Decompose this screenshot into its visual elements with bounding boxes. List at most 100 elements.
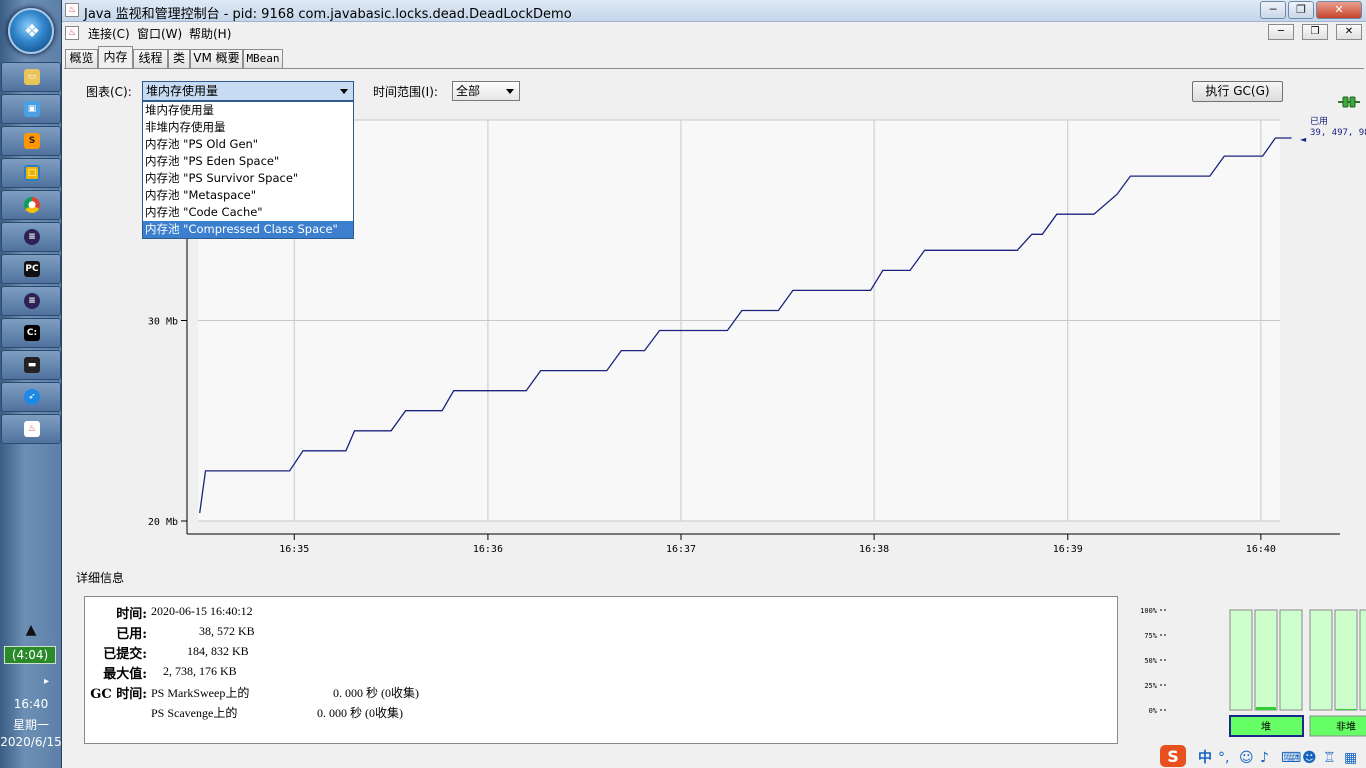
chrome-icon: ● [24, 197, 40, 213]
x-tick-label: 16:40 [1246, 544, 1276, 555]
punct-icon[interactable]: °, [1218, 750, 1229, 766]
sogou-icon[interactable]: S [1167, 747, 1179, 766]
pool-bar[interactable] [1229, 609, 1253, 711]
taskbar-button-eclipse-2[interactable]: ≡ [1, 286, 61, 316]
dropdown-option[interactable]: 内存池 "Compressed Class Space" [143, 221, 353, 238]
nonheap-label: 非堆 [1336, 721, 1356, 733]
taskbar-button-java[interactable]: ♨ [1, 414, 61, 444]
time-value: 2020-06-15 16:40:12 [151, 604, 253, 618]
range-select-value: 全部 [456, 84, 481, 98]
dropdown-option[interactable]: 内存池 "PS Survivor Space" [143, 170, 353, 187]
perform-gc-button[interactable]: 执行 GC(G) [1192, 81, 1283, 102]
taskbar-button-explorer[interactable]: ▭ [1, 62, 61, 92]
taskbar-button-cmd[interactable]: C: [1, 318, 61, 348]
emoji-icon[interactable]: ☺ [1239, 750, 1254, 766]
pool-bar[interactable] [1309, 609, 1333, 711]
restore-icon: ❐ [1310, 26, 1320, 37]
x-tick-label: 16:36 [473, 544, 503, 555]
close-button[interactable]: ✕ [1316, 1, 1362, 19]
chart-select-value: 堆内存使用量 [146, 84, 219, 98]
pool-bar-used [1256, 707, 1276, 710]
dropdown-option[interactable]: 内存池 "Metaspace" [143, 187, 353, 204]
max-value: 2, 738, 176 KB [163, 664, 237, 678]
committed-value: 184, 832 KB [187, 644, 249, 658]
inner-minimize-button[interactable]: ─ [1268, 24, 1294, 40]
tab-overview[interactable]: 概览 [65, 49, 98, 68]
mic-icon[interactable]: ♪ [1260, 750, 1269, 766]
eclipse-icon: ≡ [24, 293, 40, 309]
taskbar-button-monitor[interactable]: ▣ [1, 94, 61, 124]
tab-threads[interactable]: 线程 [133, 49, 168, 68]
taskbar-button-terminal[interactable]: ▬ [1, 350, 61, 380]
chevron-down-icon [340, 89, 348, 94]
range-label: 时间范围(I): [373, 85, 438, 99]
warning-icon[interactable]: ▲ [22, 622, 40, 638]
menu-help[interactable]: 帮助(H) [189, 25, 231, 42]
start-button[interactable]: ❖ [8, 8, 54, 54]
tab-classes[interactable]: 类 [168, 49, 190, 68]
jconsole-window: ♨ Java 监视和管理控制台 - pid: 9168 com.javabasi… [62, 0, 1366, 768]
clock-date[interactable]: 2020/6/15 [0, 735, 62, 749]
dropdown-option[interactable]: 内存池 "Code Cache" [143, 204, 353, 221]
pool-bar[interactable] [1334, 609, 1358, 711]
shirt-icon[interactable]: ♖ [1323, 750, 1336, 766]
title-bar[interactable]: ♨ Java 监视和管理控制台 - pid: 9168 com.javabasi… [62, 0, 1366, 22]
pool-y-tick-label: 25% [1144, 682, 1157, 690]
tab-bar: 概览 内存 线程 类 VM 概要 MBean [62, 46, 1366, 108]
taskbar-button-sublime[interactable]: S [1, 126, 61, 156]
range-select[interactable]: 全部 [452, 81, 520, 101]
tab-vm-summary[interactable]: VM 概要 [190, 49, 243, 68]
user-icon[interactable]: ☻ [1302, 750, 1317, 766]
pool-bar[interactable] [1279, 609, 1303, 711]
taskbar-button-eclipse[interactable]: ≡ [1, 222, 61, 252]
restore-button[interactable]: ❐ [1288, 1, 1314, 19]
gc-scavenge-value: 0. 000 秒 (0收集) [317, 706, 403, 720]
close-icon: ✕ [1344, 26, 1354, 37]
minimize-icon: ─ [1277, 26, 1285, 37]
chart-label: 图表(C): [86, 85, 132, 99]
gc-scavenge-name: PS Scavenge上的 [151, 706, 238, 720]
y-tick-label: 30 Mb [148, 317, 178, 328]
taskbar-button-app[interactable]: □ [1, 158, 61, 188]
dropdown-option[interactable]: 内存池 "PS Old Gen" [143, 136, 353, 153]
pool-bar[interactable] [1359, 609, 1366, 711]
used-value: 38, 572 KB [199, 624, 255, 638]
used-label: 已用: [116, 627, 147, 642]
chart-select[interactable]: 堆内存使用量 [142, 81, 354, 101]
y-tick-label: 20 Mb [148, 517, 178, 528]
x-tick-label: 16:37 [666, 544, 696, 555]
inner-restore-button[interactable]: ❐ [1302, 24, 1328, 40]
tab-memory[interactable]: 内存 [98, 46, 133, 69]
clock-day[interactable]: 星期一 [0, 716, 62, 733]
grid-icon[interactable]: ▦ [1344, 750, 1357, 766]
inner-close-button[interactable]: ✕ [1336, 24, 1362, 40]
monitor-icon: ▣ [24, 101, 40, 117]
tab-mbean[interactable]: MBean [243, 49, 283, 68]
menu-window[interactable]: 窗口(W) [137, 25, 182, 42]
ime-language[interactable]: 中 [1198, 749, 1212, 766]
battery-indicator[interactable]: (4:04) [4, 646, 56, 664]
pool-bar[interactable] [1254, 609, 1278, 711]
gc-marksweep-name: PS MarkSweep上的 [151, 686, 250, 700]
taskbar-button-pycharm[interactable]: PC [1, 254, 61, 284]
taskbar-button-chrome[interactable]: ● [1, 190, 61, 220]
minimize-button[interactable]: ─ [1260, 1, 1286, 19]
memory-pool-bars-svg: 100% 75% 50% 25% 0% 堆 非堆 [1140, 607, 1366, 737]
x-tick-label: 16:35 [279, 544, 309, 555]
clock-time[interactable]: 16:40 [0, 697, 62, 711]
compass-icon: ➶ [24, 389, 40, 405]
tray-expand-icon[interactable]: ▸ [44, 676, 49, 687]
window-title: Java 监视和管理控制台 - pid: 9168 com.javabasic.… [84, 7, 572, 22]
taskbar-button-compass[interactable]: ➶ [1, 382, 61, 412]
legend-value: 39, 497, 984 [1310, 128, 1366, 138]
keyboard-icon[interactable]: ⌨ [1281, 750, 1301, 766]
time-label: 时间: [116, 607, 147, 622]
pool-y-tick-label: 100% [1140, 607, 1158, 615]
max-label: 最大值: [103, 667, 147, 682]
menu-connection[interactable]: 连接(C) [88, 25, 130, 42]
memory-pool-bars: 100% 75% 50% 25% 0% 堆 非堆 [1124, 596, 1366, 744]
pool-bar-used [1336, 709, 1356, 710]
dropdown-option[interactable]: 非堆内存使用量 [143, 119, 353, 136]
dropdown-option[interactable]: 堆内存使用量 [143, 102, 353, 119]
dropdown-option[interactable]: 内存池 "PS Eden Space" [143, 153, 353, 170]
